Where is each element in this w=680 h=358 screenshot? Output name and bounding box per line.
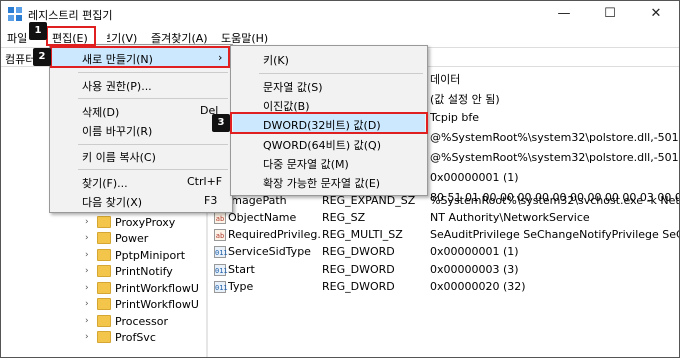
menu-item-label: QWORD(64비트) 값(Q): [263, 139, 381, 152]
menu-item-copy-key-name[interactable]: 키 이름 복사(C): [52, 146, 230, 166]
step-badge-1: 1: [29, 22, 47, 40]
folder-icon: [97, 232, 111, 244]
chevron-right-icon[interactable]: ›: [85, 233, 95, 243]
menu-item-key[interactable]: 키(K): [233, 49, 425, 69]
value-name: Start: [228, 263, 255, 276]
binary-value-icon: 011: [214, 264, 228, 276]
highlight-new-item: [50, 46, 230, 68]
value-type: REG_DWORD: [322, 280, 395, 293]
value-name: RequiredPrivileg...: [228, 228, 320, 241]
folder-icon: [97, 298, 111, 310]
edit-menu: 새로 만들기(N) › 사용 권한(P)... 삭제(D) Del 이름 바꾸기(…: [49, 44, 233, 213]
string-value-icon: ab: [214, 229, 226, 241]
menu-item-label: 키(K): [263, 54, 289, 67]
folder-icon: [97, 282, 111, 294]
window-title: 레지스트리 편집기: [28, 9, 113, 22]
menu-file[interactable]: 파일: [7, 30, 27, 46]
value-type: REG_MULTI_SZ: [322, 228, 403, 241]
chevron-right-icon[interactable]: ›: [85, 299, 95, 309]
chevron-right-icon[interactable]: ›: [85, 217, 95, 227]
value-data: 0x00000003 (3): [430, 263, 519, 276]
step-badge-2: 2: [33, 48, 51, 66]
value-type: REG_SZ: [322, 211, 366, 224]
menu-item-label: 삭제(D): [82, 106, 120, 119]
chevron-right-icon[interactable]: ›: [85, 316, 95, 326]
highlight-dword-item: [230, 112, 428, 134]
tree-node-label: Power: [115, 232, 149, 245]
value-type: REG_DWORD: [322, 263, 395, 276]
menu-separator: [78, 144, 228, 145]
registry-editor-icon: [8, 7, 22, 21]
tree-node-label: Processor: [115, 315, 168, 328]
menu-item-permissions[interactable]: 사용 권한(P)...: [52, 75, 230, 95]
tree-node-label: PrintWorkflowU: [115, 282, 199, 295]
value-data: NT Authority\NetworkService: [430, 211, 590, 224]
value-data: SeAuditPrivilege SeChangeNotifyPrivilege…: [430, 228, 679, 241]
tree-node-label: PrintWorkflowU: [115, 298, 199, 311]
menu-item-label: 문자열 값(S): [263, 81, 323, 94]
menu-item-label: 사용 권한(P)...: [82, 80, 152, 93]
minimize-button[interactable]: —: [541, 1, 587, 27]
menu-item-label: 이름 바꾸기(R): [82, 125, 153, 138]
binary-value-icon: 011: [214, 281, 228, 293]
tree-node-label: ProfSvc: [115, 331, 156, 344]
value-name: ServiceSidType: [228, 245, 311, 258]
chevron-right-icon[interactable]: ›: [85, 332, 95, 342]
menu-item-multi-string-value[interactable]: 다중 문자열 값(M): [233, 153, 425, 173]
close-button[interactable]: ✕: [633, 1, 679, 27]
value-type: REG_DWORD: [322, 245, 395, 258]
folder-icon: [97, 216, 111, 228]
menu-item-delete[interactable]: 삭제(D) Del: [52, 101, 230, 121]
tree-node-label: PptpMiniport: [115, 249, 186, 262]
maximize-button[interactable]: ☐: [587, 1, 633, 27]
value-data: 0x00000020 (32): [430, 280, 526, 293]
value-data: @%SystemRoot%\system32\polstore.dll,-501…: [430, 151, 680, 164]
folder-icon: [97, 331, 111, 343]
step-badge-3: 3: [212, 114, 230, 132]
menu-item-string-value[interactable]: 문자열 값(S): [233, 76, 425, 96]
menu-item-find[interactable]: 찾기(F)... Ctrl+F: [52, 172, 230, 192]
menu-item-expandable-string-value[interactable]: 확장 가능한 문자열 값(E): [233, 172, 425, 192]
shortcut-label: Ctrl+F: [187, 175, 223, 188]
menu-item-qword-value[interactable]: QWORD(64비트) 값(Q): [233, 134, 425, 154]
column-header-data[interactable]: 데이터: [430, 71, 679, 87]
tree-node-label: ProxyProxy: [115, 216, 176, 229]
folder-icon: [97, 249, 111, 261]
menu-item-label: 다중 문자열 값(M): [263, 158, 349, 171]
menu-item-find-next[interactable]: 다음 찾기(X) F3: [52, 191, 230, 211]
chevron-right-icon[interactable]: ›: [85, 266, 95, 276]
folder-icon: [97, 265, 111, 277]
value-data: 0x00000001 (1): [430, 245, 519, 258]
folder-icon: [97, 315, 111, 327]
list-item[interactable]: 011 ServiceSidType REG_DWORD 0x00000001 (1): [208, 242, 679, 262]
value-data: 0x00000001 (1): [430, 171, 519, 184]
highlight-edit-menu: [46, 26, 96, 46]
list-item[interactable]: 011 Type REG_DWORD 0x00000020 (32): [208, 277, 679, 297]
binary-value-icon: 011: [214, 246, 228, 258]
menu-item-label: 확장 가능한 문자열 값(E): [263, 177, 381, 190]
address-value: 컴퓨터: [5, 53, 36, 66]
value-data: Tcpip bfe: [430, 111, 480, 124]
menu-separator: [78, 72, 228, 73]
value-name: ObjectName: [228, 211, 297, 224]
tree-node-label: PrintNotify: [115, 265, 173, 278]
shortcut-label: F3: [204, 194, 218, 207]
chevron-right-icon[interactable]: ›: [85, 250, 95, 260]
menu-separator: [259, 73, 423, 74]
menu-item-rename[interactable]: 이름 바꾸기(R): [52, 120, 230, 140]
menu-separator: [78, 98, 228, 99]
value-data: (값 설정 안 됨): [430, 93, 500, 106]
value-name: Type: [228, 280, 254, 293]
menu-item-label: 키 이름 복사(C): [82, 151, 156, 164]
title-bar: 레지스트리 편집기 — ☐ ✕: [1, 1, 679, 27]
menu-item-label: 찾기(F)...: [82, 177, 128, 190]
value-data: @%SystemRoot%\system32\polstore.dll,-501…: [430, 131, 680, 144]
menu-separator: [78, 169, 228, 170]
string-value-icon: ab: [214, 212, 226, 224]
chevron-right-icon[interactable]: ›: [85, 283, 95, 293]
value-data: %SystemRoot%\system32\svchost.exe -k Net…: [430, 194, 680, 207]
menu-item-label: 다음 찾기(X): [82, 196, 143, 209]
